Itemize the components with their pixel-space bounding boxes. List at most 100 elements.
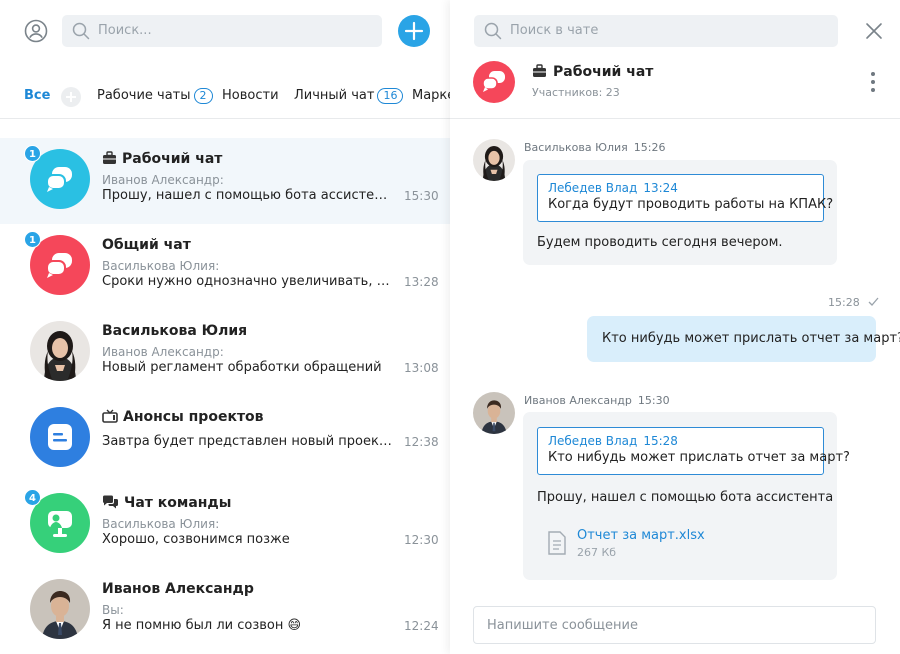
participants-count: Участников: 23 — [532, 86, 620, 99]
quote-meta: Лебедев Влад 15:28 — [548, 434, 678, 448]
chat-last-message: Завтра будет представлен новый проект в … — [102, 434, 394, 449]
chat-header-title: Рабочий чат — [532, 64, 653, 82]
search-icon — [484, 22, 502, 40]
message-time: 15:26 — [633, 141, 666, 154]
message-time: 15:30 — [637, 394, 670, 407]
chat-last-author: Вы: — [102, 603, 124, 617]
add-tab-button[interactable] — [61, 87, 81, 107]
search-placeholder: Поиск... — [98, 23, 152, 38]
quoted-message[interactable]: Лебедев Влад 15:28 Кто нибудь может присл… — [537, 427, 850, 475]
chat-list: 1 Рабочий чат Иванов Александр: Прошу, н… — [0, 138, 450, 654]
file-link[interactable]: Отчет за март.xlsx — [577, 528, 705, 543]
chat-time: 15:30 — [404, 189, 439, 203]
chat-header-title-text: Рабочий чат — [553, 64, 654, 80]
unread-badge: 1 — [24, 231, 41, 248]
file-size: 267 Кб — [577, 546, 617, 559]
chat-title: Чат команды — [102, 495, 231, 513]
chat-time: 12:24 — [404, 619, 439, 633]
message-text: Кто нибудь может прислать отчет за март? — [602, 331, 900, 346]
chat-last-author: Иванов Александр: — [102, 345, 224, 359]
message-text: Будем проводить сегодня вечером. — [537, 235, 783, 250]
tab-work-chats[interactable]: Рабочие чаты 2 — [97, 88, 213, 104]
composer-area: Напишите сообщение — [450, 595, 900, 654]
tab-label: Личный чат — [294, 88, 375, 103]
more-options-icon[interactable] — [869, 72, 877, 94]
chat-last-message: Сроки нужно однозначно увеличивать, инач… — [102, 274, 394, 289]
search-placeholder: Поиск в чате — [510, 23, 599, 38]
message-meta: 15:28 — [828, 296, 879, 309]
chat-item-vasilkova[interactable]: Василькова Юлия Иванов Александр: Новый … — [0, 310, 450, 396]
profile-icon[interactable] — [24, 19, 48, 43]
briefcase-icon — [102, 151, 117, 169]
quote-time: 13:24 — [643, 181, 678, 195]
tab-marketing[interactable]: Марке — [412, 88, 450, 103]
chat-last-author: Василькова Юлия: — [102, 259, 220, 273]
chat-item-ivanov[interactable]: Иванов Александр Вы: Я не помню был ли с… — [0, 568, 450, 654]
chat-time: 12:38 — [404, 435, 439, 449]
message-author: Иванов Александр — [524, 394, 632, 407]
chat-search-input[interactable]: Поиск в чате — [474, 15, 838, 47]
tab-label: Рабочие чаты — [97, 88, 191, 103]
document-icon[interactable] — [547, 531, 567, 555]
chat-bubbles-icon — [102, 495, 119, 513]
quote-text: Кто нибудь может прислать отчет за март? — [548, 450, 850, 465]
chat-title: Общий чат — [102, 237, 191, 253]
announce-avatar — [30, 407, 90, 467]
message-author: Василькова Юлия — [524, 141, 628, 154]
quoted-message[interactable]: Лебедев Влад 13:24 Когда будут проводить … — [537, 174, 833, 222]
divider — [0, 118, 450, 119]
tab-personal[interactable]: Личный чат 16 — [294, 88, 404, 104]
message-time: 15:28 — [828, 296, 860, 309]
quote-text: Когда будут проводить работы на КПАК? — [548, 197, 834, 212]
chat-item-general[interactable]: 1 Общий чат Василькова Юлия: Сроки нужно… — [0, 224, 450, 310]
man-avatar — [473, 392, 515, 434]
announce-logo-icon — [48, 424, 72, 450]
chat-title: Иванов Александр — [102, 581, 254, 597]
chat-last-message: Хорошо, созвонимся позже — [102, 532, 290, 547]
chat-item-announcements[interactable]: Анонсы проектов Завтра будет представлен… — [0, 396, 450, 482]
man-avatar — [30, 579, 90, 639]
search-input[interactable]: Поиск... — [62, 15, 382, 47]
message-input[interactable]: Напишите сообщение — [473, 606, 876, 644]
chat-last-message: Прошу, нашел с помощью бота ассистента — [102, 188, 394, 203]
unread-badge: 1 — [24, 145, 41, 162]
chat-tabs: Все Рабочие чаты 2 Новости Личный чат 16 М… — [0, 84, 450, 112]
message-meta: Иванов Александр 15:30 — [524, 394, 670, 407]
unread-badge: 4 — [24, 489, 41, 506]
chat-last-message: Я не помню был ли созвон 😄 — [102, 618, 302, 633]
quote-author: Лебедев Влад — [548, 434, 638, 448]
chat-logo-icon — [482, 71, 505, 92]
new-chat-button[interactable] — [398, 15, 430, 47]
read-check-icon — [868, 296, 879, 309]
tv-icon — [102, 409, 118, 427]
chat-time: 13:08 — [404, 361, 439, 375]
tab-count-badge: 16 — [377, 88, 404, 104]
woman-avatar — [30, 321, 90, 381]
quote-author: Лебедев Влад — [548, 181, 638, 195]
message-bubble[interactable]: Лебедев Влад 13:24 Когда будут проводить … — [523, 160, 837, 265]
chat-title: Василькова Юлия — [102, 323, 248, 339]
chat-time: 13:28 — [404, 275, 439, 289]
chat-last-author: Иванов Александр: — [102, 173, 224, 187]
chat-header-avatar — [473, 61, 515, 103]
chat-title-text: Рабочий чат — [122, 151, 223, 167]
chat-view-panel: Поиск в чате Рабочий чат Участников: 23 … — [450, 0, 900, 654]
chat-item-team[interactable]: 4 Чат команды Василькова Юлия: Хорошо, с… — [0, 482, 450, 568]
chat-title: Анонсы проектов — [102, 409, 264, 427]
tab-news[interactable]: Новости — [222, 88, 279, 103]
message-meta: Василькова Юлия 15:26 — [524, 141, 665, 154]
message-feed: Василькова Юлия 15:26 Лебедев Влад 13:24 К… — [450, 119, 900, 595]
message-bubble[interactable]: Лебедев Влад 15:28 Кто нибудь может присл… — [523, 412, 850, 580]
chat-item-work[interactable]: 1 Рабочий чат Иванов Александр: Прошу, н… — [0, 138, 450, 224]
chat-list-panel: Поиск... Все Рабочие чаты 2 Новости Личны… — [0, 0, 450, 654]
tab-all[interactable]: Все — [24, 88, 50, 103]
chat-last-author: Василькова Юлия: — [102, 517, 220, 531]
message-input-placeholder: Напишите сообщение — [487, 618, 638, 633]
chat-last-message: Новый регламент обработки обращений — [102, 360, 382, 375]
outgoing-message-bubble[interactable]: Кто нибудь может прислать отчет за март? — [587, 316, 900, 362]
close-icon[interactable] — [865, 22, 883, 40]
chat-time: 12:30 — [404, 533, 439, 547]
search-icon — [72, 22, 90, 40]
tab-count-badge: 2 — [193, 88, 213, 104]
chat-title-text: Анонсы проектов — [123, 409, 264, 425]
